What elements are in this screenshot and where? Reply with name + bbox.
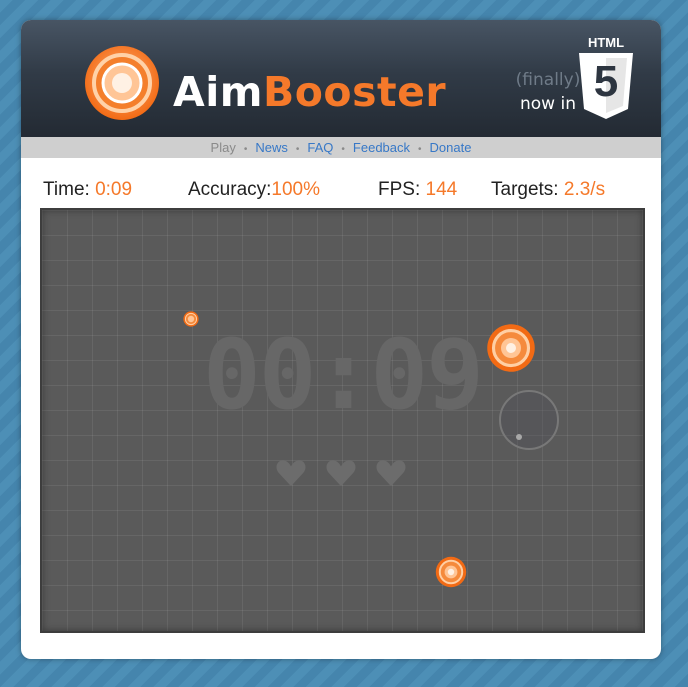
targets-value: 2.3/s: [563, 179, 606, 200]
nav-feedback[interactable]: Feedback: [353, 140, 410, 155]
html5-label: HTML: [587, 35, 625, 50]
fps-label: FPS:: [378, 179, 421, 200]
nav-separator: •: [243, 144, 248, 155]
stat-time: Time: 0:09: [43, 177, 132, 203]
html5-shield-icon: HTML 5: [576, 35, 636, 121]
header: AimBooster (finally) now in HTML 5: [21, 20, 661, 137]
main-card: AimBooster (finally) now in HTML 5 Play •…: [21, 20, 661, 659]
crosshair-dot: [516, 434, 522, 440]
accuracy-label: Accuracy:: [188, 179, 272, 200]
logo-aim-text: Aim: [173, 68, 264, 116]
lives-display: [276, 458, 416, 492]
nav-bar: Play • News • FAQ • Feedback • Donate: [21, 137, 661, 158]
nav-faq[interactable]: FAQ: [307, 140, 333, 155]
nav-separator: •: [295, 144, 300, 155]
heart-icon: [326, 460, 356, 487]
nav-separator: •: [341, 144, 345, 155]
stat-fps: FPS: 144: [378, 177, 457, 203]
stat-targets: Targets: 2.3/s: [491, 177, 605, 203]
fps-value: 144: [425, 179, 458, 200]
heart-icon: [376, 460, 406, 487]
stats-bar: Time: 0:09 Accuracy:100% FPS: 144 Target…: [21, 177, 661, 203]
nav-play[interactable]: Play: [211, 140, 236, 155]
targets-label: Targets:: [491, 179, 559, 200]
nav-news[interactable]: News: [255, 140, 288, 155]
crosshair-ring: [499, 390, 559, 450]
target-small[interactable]: [183, 311, 199, 327]
logo-wordmark: AimBooster: [173, 68, 446, 116]
nav-separator: •: [418, 144, 422, 155]
accuracy-value: 100%: [271, 179, 321, 200]
nav-donate[interactable]: Donate: [430, 140, 472, 155]
logo-target-icon: [85, 46, 159, 120]
stat-accuracy: Accuracy:100%: [188, 177, 320, 203]
game-field[interactable]: 00:09: [40, 208, 645, 633]
html5-number: 5: [593, 57, 619, 106]
target-medium[interactable]: [435, 556, 467, 588]
heart-icon: [276, 460, 306, 487]
time-value: 0:09: [95, 179, 133, 200]
time-label: Time:: [43, 179, 90, 200]
logo-booster-text: Booster: [263, 68, 447, 116]
target-large[interactable]: [486, 323, 536, 373]
